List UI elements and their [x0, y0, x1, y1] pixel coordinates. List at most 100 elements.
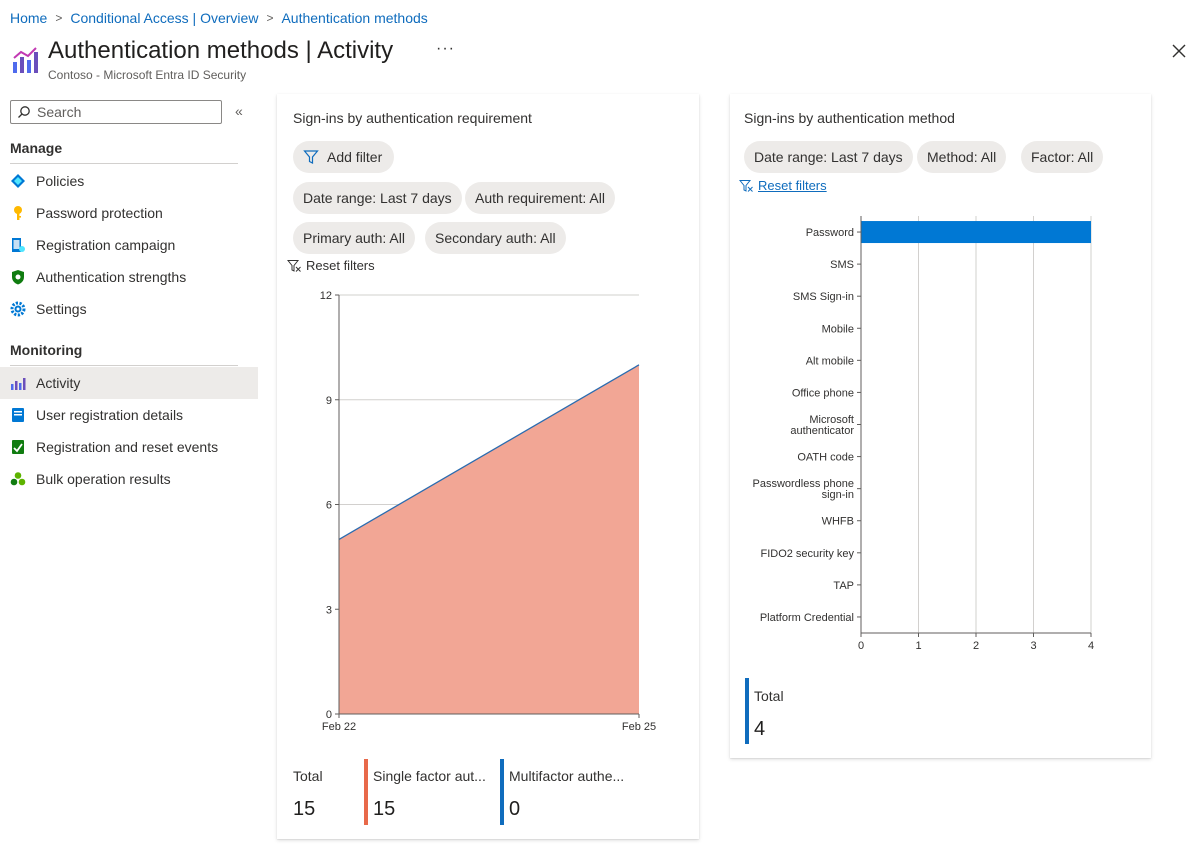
- filter-pill-method[interactable]: Method: All: [917, 141, 1007, 173]
- category-label: Alt mobile: [806, 355, 854, 367]
- stat-value: 4: [754, 718, 766, 740]
- sidebar-item-label: Password protection: [36, 205, 163, 221]
- y-tick-label: 9: [326, 395, 332, 407]
- reset-filters-label: Reset filters: [758, 178, 827, 193]
- stat-label: Total: [754, 688, 784, 704]
- sign-ins-bar-chart: 0 1 2 3 4 Password SMS SMS Sign-in Mobile Alt mob…: [752, 216, 1094, 652]
- y-tick-label: 12: [320, 290, 332, 302]
- breadcrumb-authentication-methods-link[interactable]: Authentication methods: [281, 10, 427, 26]
- reset-filters-link[interactable]: Reset filters: [739, 178, 827, 193]
- stat-single-factor[interactable]: Single factor aut... 15: [373, 768, 486, 821]
- sidebar-item-label: Registration and reset events: [36, 439, 219, 455]
- sidebar-item-activity[interactable]: Activity: [0, 367, 258, 399]
- sidebar-item-label: Bulk operation results: [36, 471, 171, 487]
- category-label: WHFB: [822, 516, 854, 528]
- reset-filters-button[interactable]: Reset filters: [287, 258, 375, 273]
- clear-filter-icon: [739, 179, 753, 192]
- category-label: Microsoft authenticator: [790, 414, 854, 437]
- breadcrumb-conditional-access-link[interactable]: Conditional Access | Overview: [70, 10, 258, 26]
- category-label: OATH code: [797, 452, 854, 464]
- stat-multifactor[interactable]: Multifactor authe... 0: [509, 768, 624, 821]
- filter-pill-date-range[interactable]: Date range: Last 7 days: [744, 141, 913, 173]
- category-label: Office phone: [792, 387, 854, 399]
- sidebar-item-registration-campaign[interactable]: Registration campaign: [0, 229, 258, 261]
- category-label: TAP: [833, 580, 854, 592]
- sign-ins-area-chart: 0 3 6 9 12 Feb 22 Feb 25: [320, 290, 656, 733]
- x-tick-label: Feb 22: [322, 721, 356, 733]
- category-label: Platform Credential: [760, 612, 854, 624]
- more-options-button[interactable]: ···: [436, 40, 455, 58]
- bulk-icon: [10, 472, 26, 486]
- y-tick-label: 6: [326, 500, 332, 512]
- monitoring-heading: Monitoring: [10, 342, 83, 358]
- activity-chart-icon: [13, 47, 38, 73]
- filter-pill-secondary-auth[interactable]: Secondary auth: All: [425, 222, 566, 254]
- user-details-icon: [12, 408, 24, 422]
- filter-icon: [303, 150, 319, 164]
- filter-pill-primary-auth[interactable]: Primary auth: All: [293, 222, 415, 254]
- auth-requirement-card: Sign-ins by authentication requirement A…: [277, 94, 699, 839]
- stat-value: 15: [293, 798, 316, 820]
- card-title: Sign-ins by authentication method: [744, 110, 955, 126]
- page-subtitle: Contoso - Microsoft Entra ID Security: [48, 68, 247, 82]
- stat-total: Total 15: [293, 768, 323, 821]
- filter-pill-auth-requirement[interactable]: Auth requirement: All: [465, 182, 615, 214]
- sidebar-item-password-protection[interactable]: Password protection: [0, 197, 258, 229]
- stat-label: Total: [293, 768, 323, 784]
- breadcrumb-separator-icon: >: [55, 11, 63, 25]
- shield-icon: [12, 270, 24, 285]
- sidebar-item-label: User registration details: [36, 407, 184, 423]
- clear-filter-icon: [287, 259, 301, 272]
- search-icon: [18, 106, 30, 118]
- x-tick-label: 4: [1088, 640, 1094, 652]
- series-area: [339, 364, 639, 714]
- add-filter-button[interactable]: Add filter: [293, 141, 394, 173]
- x-tick-label: 0: [858, 640, 864, 652]
- sidebar-item-registration-and-reset-events[interactable]: Registration and reset events: [0, 431, 258, 463]
- stat-value: 0: [509, 798, 521, 820]
- y-tick-label: 0: [326, 709, 332, 721]
- total-color-bar: [745, 678, 749, 744]
- filter-pill-factor[interactable]: Factor: All: [1021, 141, 1104, 173]
- category-label: Passwordless phone sign-in: [752, 478, 854, 501]
- events-icon: [12, 440, 24, 454]
- reset-filters-label: Reset filters: [306, 258, 375, 273]
- sidebar-item-settings[interactable]: Settings: [0, 293, 258, 325]
- gear-icon: [10, 301, 26, 317]
- filter-pill-date-range[interactable]: Date range: Last 7 days: [293, 182, 462, 214]
- y-tick-label: 3: [326, 604, 332, 616]
- x-tick-label: 2: [973, 640, 979, 652]
- category-label: Password: [806, 227, 854, 239]
- stat-label: Single factor aut...: [373, 768, 486, 784]
- page-title: Authentication methods | Activity: [48, 37, 394, 64]
- category-label: FIDO2 security key: [760, 548, 854, 560]
- search-placeholder: Search: [37, 104, 82, 120]
- sidebar-item-bulk-operation-results[interactable]: Bulk operation results: [0, 463, 258, 495]
- sidebar-item-user-registration-details[interactable]: User registration details: [0, 399, 258, 431]
- activity-icon: [11, 378, 26, 390]
- policies-icon: [11, 174, 25, 188]
- category-label: SMS: [830, 259, 854, 271]
- manage-heading: Manage: [10, 140, 63, 156]
- card-title: Sign-ins by authentication requirement: [293, 110, 532, 126]
- x-tick-label: Feb 25: [622, 721, 656, 733]
- stat-total: Total 4: [754, 688, 784, 741]
- key-icon: [14, 206, 22, 220]
- stat-value: 15: [373, 798, 396, 820]
- single-factor-color-bar: [364, 759, 368, 825]
- breadcrumb: Home > Conditional Access | Overview > A…: [10, 10, 428, 26]
- auth-method-card: Sign-ins by authentication method Date r…: [730, 94, 1151, 758]
- divider: [10, 163, 238, 164]
- multifactor-color-bar: [500, 759, 504, 825]
- sidebar-item-label: Authentication strengths: [36, 269, 187, 285]
- collapse-sidebar-icon[interactable]: «: [235, 103, 243, 119]
- sidebar-item-label: Activity: [36, 375, 81, 391]
- sidebar-item-authentication-strengths[interactable]: Authentication strengths: [0, 261, 258, 293]
- bar: [861, 221, 1091, 244]
- close-icon[interactable]: [1170, 42, 1188, 60]
- search-input[interactable]: Search: [10, 100, 222, 124]
- x-tick-label: 3: [1030, 640, 1036, 652]
- breadcrumb-separator-icon: >: [266, 11, 274, 25]
- breadcrumb-home-link[interactable]: Home: [10, 10, 47, 26]
- sidebar-item-policies[interactable]: Policies: [0, 165, 258, 197]
